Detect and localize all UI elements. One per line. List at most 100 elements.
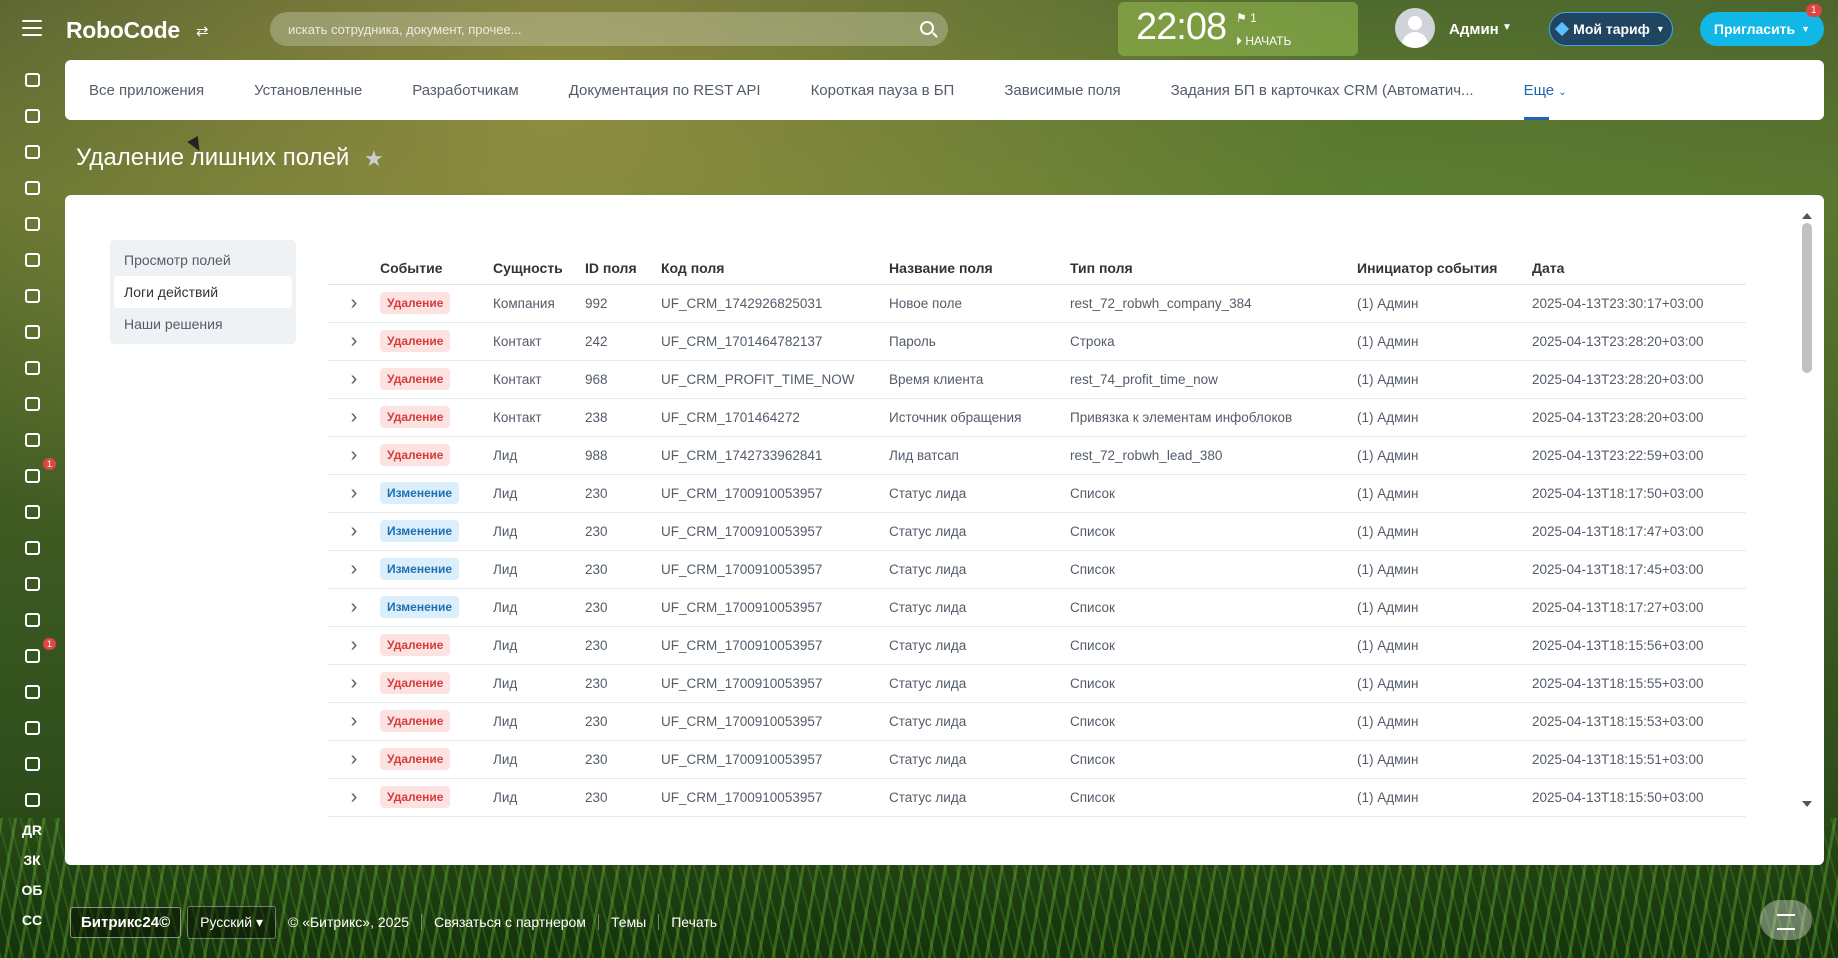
app-logo[interactable]: RoboCode [66,17,180,44]
cart-icon[interactable] [18,570,46,598]
cell-field-type: Привязка к элементам инфоблоков [1070,398,1357,437]
expand-chevron-icon[interactable]: › [328,740,380,779]
chat-icon[interactable] [18,138,46,166]
tab-all-apps[interactable]: Все приложения [89,82,204,99]
tab-rest-api-docs[interactable]: Документация по REST API [569,82,761,99]
mail-icon[interactable] [18,282,46,310]
cell-entity: Лид [493,588,585,627]
developer-icon[interactable] [18,786,46,814]
crm-icon[interactable] [18,354,46,382]
tab-developers[interactable]: Разработчикам [412,82,518,99]
documents-icon[interactable] [18,210,46,238]
bitrix24-button[interactable]: Битрикс24© [70,906,182,938]
chevron-down-icon[interactable]: ▼ [1502,22,1512,33]
drive-icon[interactable] [18,246,46,274]
search-input[interactable] [288,21,888,37]
tab-dependent-fields[interactable]: Зависимые поля [1004,82,1120,99]
inbox-icon[interactable]: 1 [18,638,56,670]
menu-burger-icon[interactable] [22,20,42,36]
cell-field-id: 230 [585,702,661,741]
cell-field-id: 968 [585,360,661,399]
bank-icon[interactable] [18,498,46,526]
box-icon[interactable] [18,714,46,742]
avatar[interactable] [1395,8,1435,48]
cell-field-type: rest_74_profit_time_now [1070,360,1357,399]
footer-themes-link[interactable]: Темы [611,914,660,930]
my-tariff-button[interactable]: Мой тариф ▼ [1549,12,1673,46]
expand-chevron-icon[interactable]: › [328,550,380,589]
search-icon[interactable] [920,21,934,35]
invite-button[interactable]: Пригласить ▼ [1700,12,1824,46]
cell-field-id: 230 [585,512,661,551]
cell-field-code: UF_CRM_1701464272 [661,398,889,437]
employees-icon[interactable] [18,318,46,346]
cell-field-code: UF_CRM_1701464782137 [661,322,889,361]
expand-chevron-icon[interactable]: › [328,588,380,627]
expand-chevron-icon[interactable]: › [328,778,380,817]
tab-bp-tasks[interactable]: Задания БП в карточках CRM (Автоматич... [1171,82,1474,99]
expand-chevron-icon[interactable]: › [328,398,380,437]
tasks-icon[interactable] [18,102,46,130]
target-icon[interactable] [18,534,46,562]
event-badge: Удаление [380,710,451,732]
tab-short-pause[interactable]: Короткая пауза в БП [811,82,955,99]
tab-installed[interactable]: Установленные [254,82,362,99]
expand-chevron-icon[interactable]: › [328,702,380,741]
cell-field-id: 230 [585,778,661,817]
scroll-thumb[interactable] [1802,223,1812,373]
checklist-icon[interactable] [18,426,46,454]
swap-icon[interactable]: ⇄ [196,22,209,40]
expand-chevron-icon[interactable]: › [328,322,380,361]
work-day-widget[interactable]: 22:08 ⚑ 1 ⏵ НАЧАТЬ [1118,2,1358,56]
event-badge: Удаление [380,672,451,694]
cell-field-name: Статус лида [889,702,1070,741]
scroll-up-arrow-icon[interactable] [1802,213,1812,219]
rail-item-ss[interactable]: СС [18,912,46,928]
expand-chevron-icon[interactable]: › [328,664,380,703]
cell-field-code: UF_CRM_1700910053957 [661,474,889,513]
filter-icon[interactable]: 1 [18,458,56,490]
side-item-view-fields[interactable]: Просмотр полей [114,244,292,276]
side-item-action-logs[interactable]: Логи действий [114,276,292,308]
side-menu: Просмотр полей Логи действий Наши решени… [110,240,296,344]
expand-chevron-icon[interactable]: › [328,512,380,551]
sites-icon[interactable] [18,390,46,418]
table-row: › Удаление Лид 230 UF_CRM_1700910053957 Стату… [328,740,1746,779]
cell-date: 2025-04-13T23:22:59+03:00 [1532,436,1746,475]
cell-event: Удаление [380,360,493,399]
chevron-down-icon: ▼ [1801,24,1811,34]
chat-widget-icon[interactable] [1760,900,1812,940]
side-item-our-solutions[interactable]: Наши решения [114,308,292,340]
calendar-icon[interactable] [18,174,46,202]
footer-partner-link[interactable]: Связаться с партнером [434,914,599,930]
feed-icon[interactable] [18,66,46,94]
footer-print-link[interactable]: Печать [671,914,729,930]
header-expand [328,240,380,285]
expand-chevron-icon[interactable]: › [328,284,380,323]
table-row: › Изменение Лид 230 UF_CRM_1700910053957 Стат… [328,588,1746,627]
tab-more[interactable]: Еще ⌄ [1523,82,1567,120]
cell-field-code: UF_CRM_1700910053957 [661,550,889,589]
expand-chevron-icon[interactable]: › [328,360,380,399]
header-event: Событие [380,240,493,285]
table-row: › Удаление Лид 230 UF_CRM_1700910053957 Стату… [328,664,1746,703]
scrollbar[interactable] [1802,213,1812,807]
user-name[interactable]: Админ [1449,21,1499,38]
star-icon[interactable]: ★ [364,146,384,172]
expand-chevron-icon[interactable]: › [328,436,380,475]
start-day-button[interactable]: ⏵ НАЧАТЬ [1236,34,1291,49]
robot-icon[interactable] [18,678,46,706]
event-badge: Изменение [380,558,460,580]
cell-initiator: (1) Админ [1357,512,1532,551]
scroll-down-arrow-icon[interactable] [1802,801,1812,807]
expand-chevron-icon[interactable]: › [328,474,380,513]
language-select[interactable]: Русский ▾ [187,905,276,939]
sign-icon[interactable] [18,606,46,634]
expand-chevron-icon[interactable]: › [328,626,380,665]
rail-item-dr[interactable]: ДR [18,822,46,838]
rail-item-zk[interactable]: ЗК [18,852,46,868]
rail-item-ob[interactable]: ОБ [18,882,46,898]
cell-field-id: 238 [585,398,661,437]
cell-field-id: 230 [585,740,661,779]
market-icon[interactable] [18,750,46,778]
